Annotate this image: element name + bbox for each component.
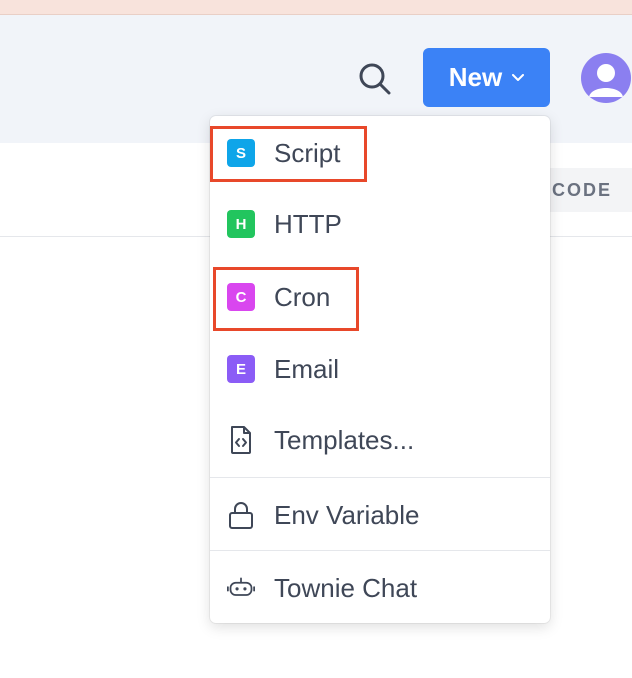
highlight-box-cron — [213, 267, 359, 331]
file-code-icon — [231, 426, 251, 454]
user-icon — [589, 64, 623, 97]
menu-item-env-variable[interactable]: Env Variable — [210, 488, 550, 542]
menu-item-label: Townie Chat — [274, 572, 418, 603]
top-banner — [0, 0, 632, 15]
highlight-box-script — [210, 126, 367, 182]
new-button-label: New — [448, 62, 503, 92]
search-icon — [359, 63, 391, 95]
code-chip-label: CODE — [552, 179, 613, 200]
menu-item-townie-chat[interactable]: Townie Chat — [210, 561, 550, 615]
menu-item-http[interactable]: H HTTP — [210, 197, 550, 251]
menu-item-label: Env Variable — [274, 499, 420, 530]
email-badge-icon: E — [227, 355, 255, 383]
menu-item-label: Templates... — [274, 424, 415, 455]
new-dropdown-menu: S Script H HTTP C Cron E Email Templates… — [210, 116, 550, 623]
lock-icon — [229, 501, 253, 529]
menu-item-label: Email — [274, 353, 340, 384]
http-badge-icon: H — [227, 210, 255, 238]
code-chip[interactable]: CODE — [540, 168, 632, 212]
menu-item-label: HTTP — [274, 208, 342, 239]
search-button[interactable] — [354, 58, 396, 100]
bot-icon — [227, 577, 255, 596]
new-button[interactable]: New — [423, 48, 550, 107]
avatar[interactable] — [581, 53, 631, 103]
menu-separator — [210, 550, 550, 551]
menu-item-email[interactable]: E Email — [210, 342, 550, 396]
menu-separator — [210, 477, 550, 478]
menu-item-templates[interactable]: Templates... — [210, 413, 550, 467]
chevron-down-icon — [512, 73, 525, 81]
